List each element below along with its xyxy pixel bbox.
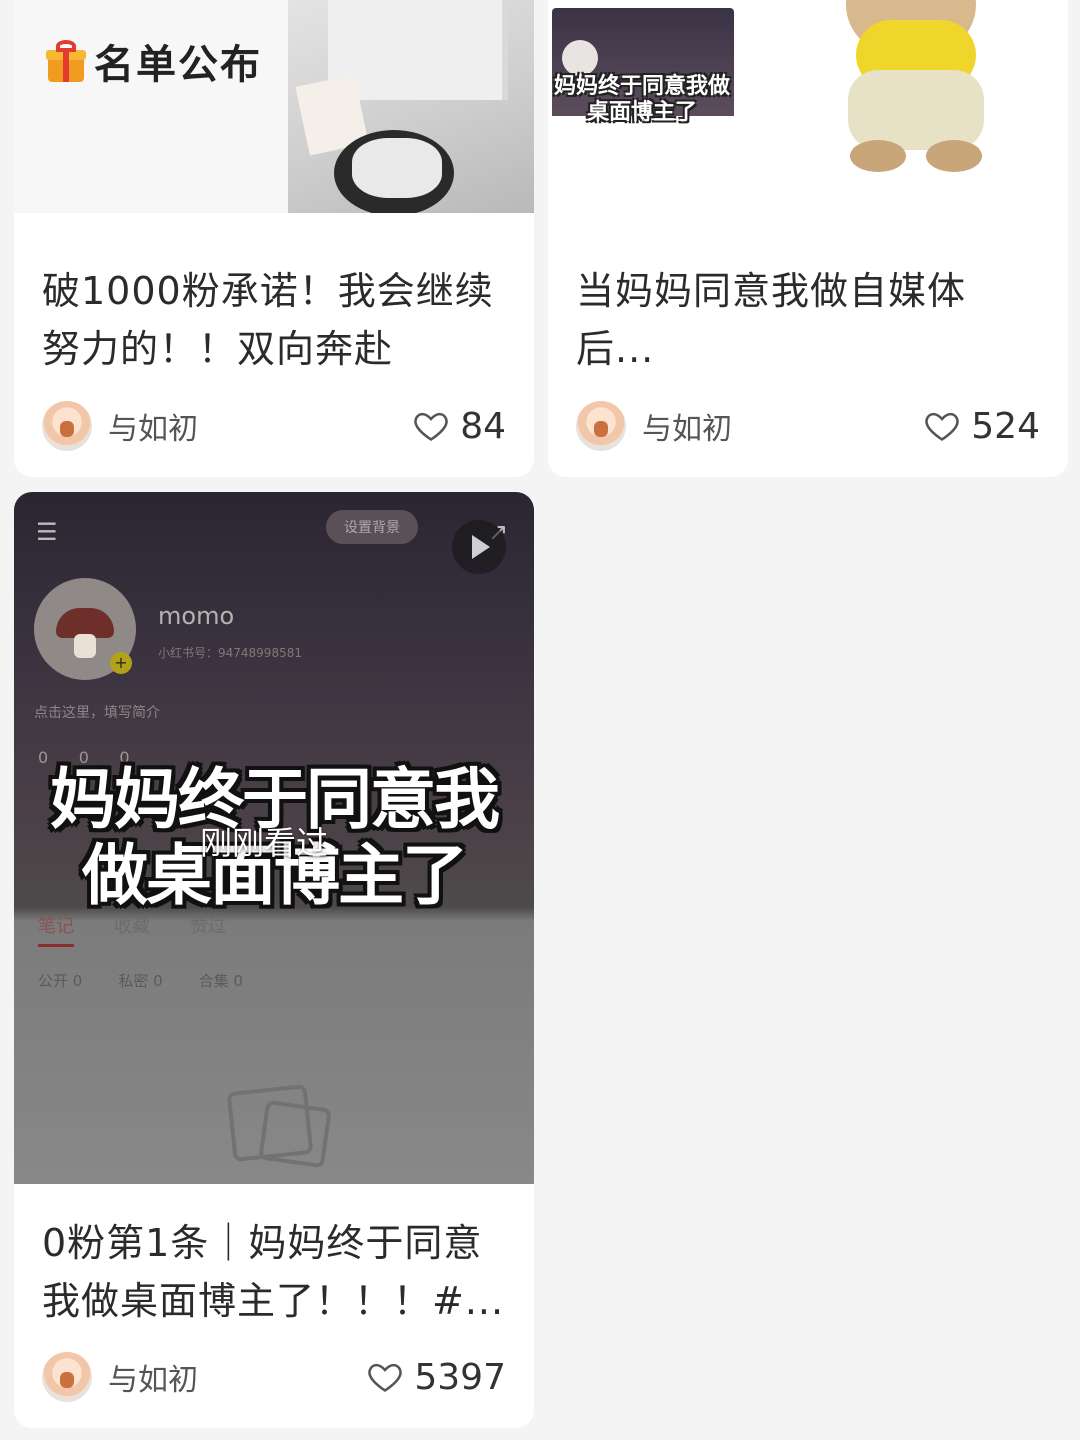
note-cover[interactable]: ☰ 设置背景 ↗ + momo 小红书号：94748998581 点击这里，填写… xyxy=(14,492,534,1184)
cover-banner: 名单公布 xyxy=(46,32,262,90)
like-count: 5397 xyxy=(414,1356,506,1398)
avatar[interactable] xyxy=(576,401,626,451)
note-meta: 与如初 84 xyxy=(42,401,506,451)
mushroom-stem xyxy=(74,634,96,658)
note-title[interactable]: 0粉第1条｜妈妈终于同意我做桌面博主了！！！#... xyxy=(42,1214,506,1330)
menu-icon: ☰ xyxy=(36,518,58,546)
cover-profile-name: momo xyxy=(158,602,235,630)
author-name[interactable]: 与如初 xyxy=(642,404,923,448)
cover-tab: 赞过 xyxy=(190,916,226,937)
heart-icon xyxy=(925,412,960,441)
note-meta: 与如初 524 xyxy=(576,401,1040,451)
play-icon xyxy=(452,520,506,574)
note-title[interactable]: 破1000粉承诺！我会继续努力的！！双向奔赴 xyxy=(42,262,506,378)
note-card[interactable]: 名单公布 破1000粉承诺！我会继续努力的！！双向奔赴 与如初 84 xyxy=(14,0,534,477)
note-card[interactable]: ☰ 设置背景 ↗ + momo 小红书号：94748998581 点击这里，填写… xyxy=(14,492,534,1428)
like-button[interactable]: 524 xyxy=(923,406,1040,447)
avatar[interactable] xyxy=(42,1352,92,1402)
note-title[interactable]: 当妈妈同意我做自媒体后... xyxy=(576,262,1040,378)
cover-bio: 点击这里，填写简介 xyxy=(34,705,160,721)
note-cover[interactable]: 名单公布 xyxy=(14,0,534,213)
cover-tabs: 笔记 收藏 赞过 xyxy=(38,912,226,947)
cover-caption: 妈妈终于同意我做桌面博主了 xyxy=(553,74,730,125)
plus-icon: + xyxy=(110,652,132,674)
note-cover[interactable]: 妈妈终于同意我做桌面博主了 xyxy=(548,0,1068,213)
like-button[interactable]: 5397 xyxy=(366,1357,506,1398)
empty-illustration xyxy=(258,1099,332,1169)
author-name[interactable]: 与如初 xyxy=(108,1355,366,1399)
heart-icon xyxy=(368,1363,403,1392)
avatar[interactable] xyxy=(42,401,92,451)
author-name[interactable]: 与如初 xyxy=(108,404,412,448)
cover-profile-id: 小红书号：94748998581 xyxy=(158,646,302,660)
cover-subtabs: 公开 0 私密 0 合集 0 xyxy=(38,970,243,991)
like-button[interactable]: 84 xyxy=(412,406,506,447)
viewed-badge: 刚刚看过 xyxy=(200,824,329,862)
cover-subtab: 公开 0 xyxy=(38,972,83,990)
gift-icon xyxy=(46,40,86,82)
like-count: 84 xyxy=(460,405,506,447)
heart-icon xyxy=(414,412,448,441)
cover-photo xyxy=(288,0,534,213)
note-card[interactable]: 妈妈终于同意我做桌面博主了 当妈妈同意我做自媒体后... 与如初 524 xyxy=(548,0,1068,477)
cover-bg-pill: 设置背景 xyxy=(326,510,418,544)
cover-tab: 收藏 xyxy=(114,916,150,937)
note-meta: 与如初 5397 xyxy=(42,1352,506,1402)
cover-tab: 笔记 xyxy=(38,912,74,947)
cover-photo xyxy=(806,0,1006,200)
cover-text: 名单公布 xyxy=(94,42,262,88)
cover-subtab: 合集 0 xyxy=(198,972,243,990)
like-count: 524 xyxy=(971,405,1040,447)
cover-subtab: 私密 0 xyxy=(118,972,163,990)
